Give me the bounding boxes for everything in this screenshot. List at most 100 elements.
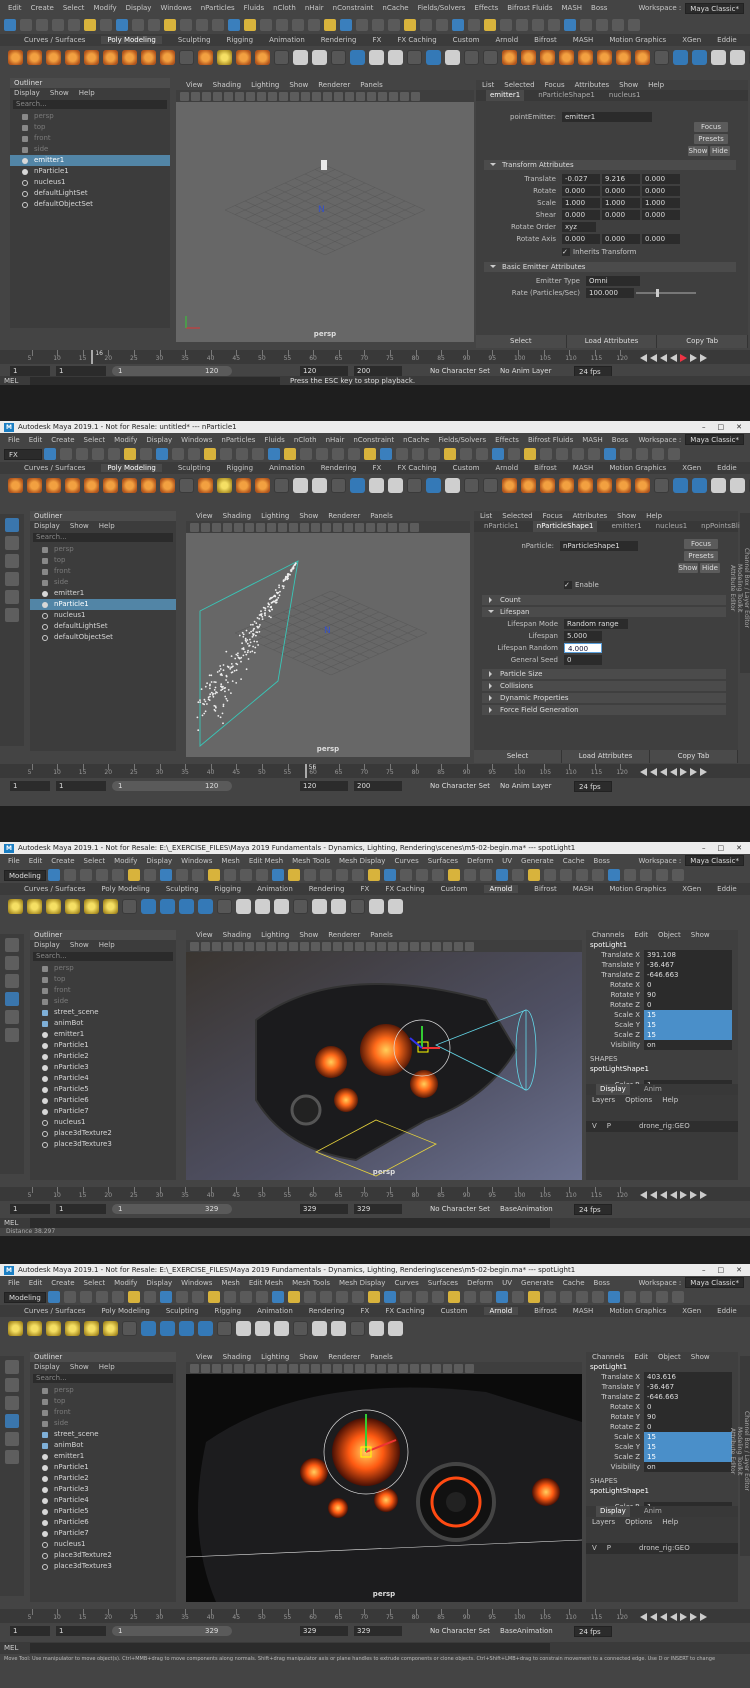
shelf-tab-rendering[interactable]: Rendering <box>321 464 357 472</box>
status-tool-icon[interactable] <box>492 448 504 460</box>
menu-file[interactable]: File <box>8 857 20 865</box>
channel-menu-show[interactable]: Show <box>691 1352 710 1362</box>
menu-edit[interactable]: Edit <box>8 4 22 12</box>
shelf-button-icon[interactable] <box>388 49 403 65</box>
shelf-button-icon[interactable] <box>198 898 213 914</box>
ae-button-copy-tab[interactable]: Copy Tab <box>657 335 749 348</box>
shelf-button-icon[interactable] <box>293 898 308 914</box>
shelf-tab-bifrost[interactable]: Bifrost <box>534 36 557 44</box>
status-tool-icon[interactable] <box>92 448 104 460</box>
menu-mesh[interactable]: Mesh <box>221 1279 239 1287</box>
show-button[interactable]: Show <box>688 146 708 156</box>
ae-button-select[interactable]: Select <box>476 335 567 348</box>
playback-start-field[interactable]: 1 <box>56 1626 106 1636</box>
shelf-tab-fx[interactable]: FX <box>361 1307 370 1315</box>
section-force-field-generation[interactable]: Force Field Generation <box>482 705 726 715</box>
section-collisions[interactable]: Collisions <box>482 681 726 691</box>
shelf-button-icon[interactable] <box>350 898 365 914</box>
shelf-button-icon[interactable] <box>46 49 61 65</box>
playback-start-field[interactable]: 1 <box>56 781 106 791</box>
fps-dropdown[interactable]: 24 fps <box>574 1626 612 1637</box>
menu-edit-mesh[interactable]: Edit Mesh <box>249 857 283 865</box>
shelf-button-icon[interactable] <box>597 477 612 493</box>
menu-fields-solvers[interactable]: Fields/Solvers <box>418 4 466 12</box>
outliner-menu-display[interactable]: Display <box>34 521 60 531</box>
attr-field[interactable]: 0.000 <box>602 234 640 244</box>
channel-value[interactable]: 15 <box>644 1030 732 1040</box>
ae-tab-emitter1[interactable]: emitter1 <box>611 521 641 532</box>
channel-value[interactable]: 90 <box>644 990 732 1000</box>
shelf-button-icon[interactable] <box>388 477 403 493</box>
attr-field[interactable]: 0.000 <box>602 210 640 220</box>
outliner-item-place3dtexture2[interactable]: place3dTexture2 <box>30 1550 176 1561</box>
lifespan-mode-select[interactable]: Random range <box>564 619 628 629</box>
status-tool-icon[interactable] <box>260 19 272 31</box>
status-tool-icon[interactable] <box>100 19 112 31</box>
menu-nhair[interactable]: nHair <box>305 4 324 12</box>
menu-fluids[interactable]: Fluids <box>244 4 264 12</box>
anim-layer[interactable]: No Anim Layer <box>500 367 551 375</box>
outliner-menu-show[interactable]: Show <box>50 88 69 98</box>
outliner-item-persp[interactable]: persp <box>30 544 176 555</box>
close-icon[interactable]: ✕ <box>736 423 742 431</box>
shelf-button-icon[interactable] <box>198 477 213 493</box>
menu-nconstraint[interactable]: nConstraint <box>353 436 394 444</box>
outliner-item-street-scene[interactable]: street_scene <box>30 1007 176 1018</box>
status-tool-icon[interactable] <box>284 448 296 460</box>
outliner-item-nucleus1[interactable]: nucleus1 <box>30 1117 176 1128</box>
outliner-item-side[interactable]: side <box>30 996 176 1007</box>
outliner-menu-display[interactable]: Display <box>14 88 40 98</box>
channel-value[interactable]: 0 <box>644 980 732 990</box>
outliner-item-nparticle2[interactable]: nParticle2 <box>30 1051 176 1062</box>
shelf-tab-sculpting[interactable]: Sculpting <box>178 36 211 44</box>
status-tool-icon[interactable] <box>303 869 316 881</box>
shelf-button-icon[interactable] <box>464 49 479 65</box>
layer-tab-display[interactable]: Display <box>596 1084 630 1095</box>
layer-menu-options[interactable]: Options <box>625 1095 652 1105</box>
status-tool-icon[interactable] <box>484 19 496 31</box>
character-set[interactable]: No Character Set <box>430 1627 490 1635</box>
outliner-search[interactable]: Search... <box>33 1374 173 1383</box>
mel-input[interactable] <box>30 376 280 385</box>
channel-value[interactable]: 90 <box>644 1412 732 1422</box>
shelf-tab-motion-graphics[interactable]: Motion Graphics <box>609 1307 666 1315</box>
menu-display[interactable]: Display <box>146 436 172 444</box>
status-tool-icon[interactable] <box>63 1291 76 1303</box>
status-tool-icon[interactable] <box>348 448 360 460</box>
shelf-button-icon[interactable] <box>141 477 156 493</box>
menu-fields-solvers[interactable]: Fields/Solvers <box>438 436 486 444</box>
menu-display[interactable]: Display <box>146 1279 172 1287</box>
status-tool-icon[interactable] <box>239 1291 252 1303</box>
menu-surfaces[interactable]: Surfaces <box>428 1279 458 1287</box>
shelf-button-icon[interactable] <box>540 477 555 493</box>
shelf-button-icon[interactable] <box>426 477 441 493</box>
ae-menu-attributes[interactable]: Attributes <box>573 511 608 521</box>
rotate-tool-icon[interactable] <box>5 590 19 604</box>
shelf-button-icon[interactable] <box>692 49 707 65</box>
status-tool-icon[interactable] <box>655 869 668 881</box>
status-tool-icon[interactable] <box>639 1291 652 1303</box>
status-tool-icon[interactable] <box>364 448 376 460</box>
emitter-type-select[interactable]: Omni <box>586 276 640 286</box>
status-tool-icon[interactable] <box>543 869 556 881</box>
status-tool-icon[interactable] <box>639 869 652 881</box>
status-tool-icon[interactable] <box>604 448 616 460</box>
ae-menu-focus[interactable]: Focus <box>545 80 565 90</box>
outliner-item-emitter1[interactable]: emitter1 <box>10 155 170 166</box>
ae-button-select[interactable]: Select <box>474 750 562 763</box>
ae-menu-list[interactable]: List <box>480 511 492 521</box>
menu-boss[interactable]: Boss <box>594 857 610 865</box>
layer-playback-toggle[interactable]: P <box>607 1121 611 1132</box>
status-tool-icon[interactable] <box>415 1291 428 1303</box>
menu-create[interactable]: Create <box>51 857 74 865</box>
status-tool-icon[interactable] <box>20 19 32 31</box>
status-tool-icon[interactable] <box>508 448 520 460</box>
shelf-button-icon[interactable] <box>103 477 118 493</box>
fps-dropdown[interactable]: 24 fps <box>574 1204 612 1215</box>
menu-select[interactable]: Select <box>84 436 106 444</box>
shelf-button-icon[interactable] <box>65 1320 80 1336</box>
status-tool-icon[interactable] <box>4 19 16 31</box>
side-tab-attribute-editor[interactable]: Attribute Editor <box>729 1356 736 1546</box>
outliner-item-front[interactable]: front <box>10 133 170 144</box>
shelf-tab-custom[interactable]: Custom <box>441 885 468 893</box>
